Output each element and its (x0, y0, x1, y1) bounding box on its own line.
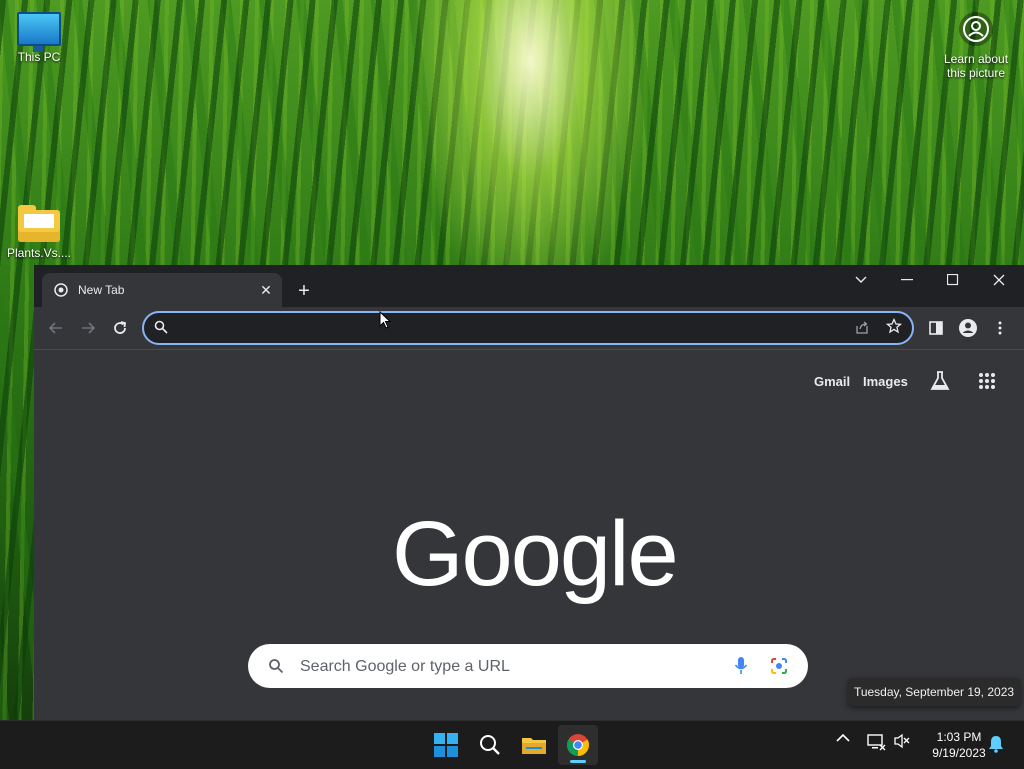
search-icon (268, 658, 284, 679)
address-bar[interactable] (142, 311, 914, 345)
menu-kebab-button[interactable] (987, 315, 1013, 341)
back-button[interactable] (43, 315, 69, 341)
tab-title: New Tab (78, 283, 125, 297)
this-pc-icon (17, 12, 61, 52)
taskbar-search-button[interactable] (470, 725, 510, 765)
show-hidden-icons-chevron-icon[interactable] (836, 733, 850, 743)
taskbar: 1:03 PM 9/19/2023 (0, 720, 1024, 769)
file-explorer-icon (522, 738, 546, 754)
learn-about-picture[interactable]: Learn about this picture (938, 12, 1014, 80)
start-button[interactable] (426, 725, 466, 765)
camera-circle-icon (959, 12, 993, 46)
forward-button[interactable] (75, 315, 101, 341)
tab-search-button[interactable] (838, 265, 884, 295)
chrome-taskbar-button[interactable] (558, 725, 598, 765)
chrome-titlebar[interactable]: New Tab ✕ + (34, 265, 1024, 307)
learn-about-line2: this picture (946, 66, 1006, 80)
google-logo: Google (392, 503, 679, 605)
folder-icon (18, 205, 60, 242)
new-tab-page: Gmail Images Google (34, 350, 1024, 720)
images-link[interactable]: Images (863, 374, 908, 389)
profile-button[interactable] (955, 315, 981, 341)
chrome-favicon-icon (54, 283, 68, 302)
new-tab-button[interactable]: + (292, 279, 316, 303)
desktop-icon-this-pc[interactable]: This PC (4, 12, 74, 64)
apps-grid-icon[interactable] (978, 372, 996, 395)
reload-button[interactable] (107, 315, 133, 341)
address-input[interactable] (176, 318, 840, 340)
learn-about-line1: Learn about (943, 52, 1009, 66)
side-panel-button[interactable] (923, 315, 949, 341)
active-app-indicator (570, 760, 586, 763)
notification-bell-icon[interactable] (988, 735, 1004, 753)
tab-new-tab[interactable]: New Tab ✕ (42, 273, 282, 307)
start-icon (434, 733, 458, 757)
search-icon (480, 735, 500, 755)
file-explorer-button[interactable] (514, 725, 554, 765)
date-tooltip: Tuesday, September 19, 2023 (848, 678, 1020, 706)
minimize-button[interactable] (884, 265, 930, 295)
network-icon[interactable] (866, 733, 886, 751)
ntp-search-box[interactable] (248, 644, 808, 688)
mouse-cursor-icon (379, 310, 392, 334)
search-icon (154, 320, 168, 339)
chrome-toolbar (34, 307, 1024, 350)
google-lens-icon[interactable] (770, 657, 788, 680)
ntp-search-input[interactable] (298, 656, 722, 678)
voice-search-mic-icon[interactable] (734, 656, 748, 681)
desktop-icon-label: Plants.Vs.... (6, 246, 72, 260)
close-window-button[interactable] (976, 265, 1022, 295)
chrome-window: New Tab ✕ + Gmail Images Google Search G… (34, 265, 1024, 720)
share-icon[interactable] (854, 319, 870, 340)
maximize-button[interactable] (930, 265, 976, 295)
desktop-icon-folder[interactable]: Plants.Vs.... (4, 205, 74, 260)
bookmark-star-icon[interactable] (885, 317, 903, 339)
volume-muted-icon[interactable] (893, 733, 911, 749)
chrome-icon (567, 734, 589, 756)
close-tab-button[interactable]: ✕ (256, 280, 276, 300)
gmail-link[interactable]: Gmail (814, 374, 850, 389)
desktop-icon-label: This PC (17, 50, 61, 64)
labs-flask-icon[interactable] (930, 370, 950, 397)
